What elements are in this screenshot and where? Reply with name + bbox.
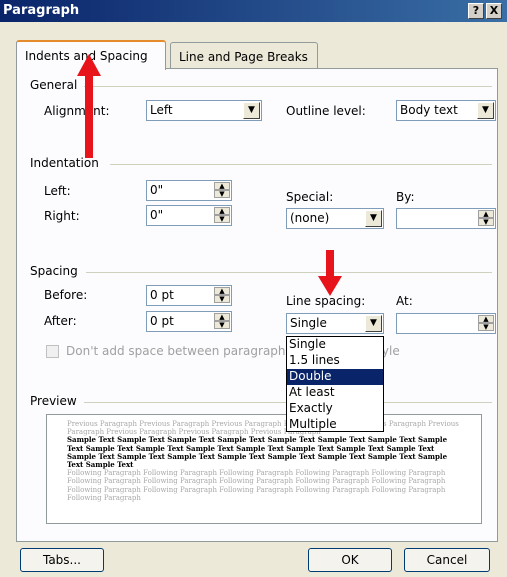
indent-right-label: Right: <box>44 209 80 223</box>
after-label: After: <box>44 314 77 328</box>
up-arrow-annotation <box>77 54 101 158</box>
indent-left-spinner[interactable]: ▲ ▼ <box>214 182 230 199</box>
outline-level-label: Outline level: <box>286 104 366 118</box>
line-spacing-option[interactable]: Multiple <box>287 417 383 433</box>
indent-right-spinner[interactable]: ▲ ▼ <box>214 207 230 224</box>
after-value: 0 pt <box>150 314 174 328</box>
ok-button[interactable]: OK <box>308 548 392 572</box>
special-label: Special: <box>286 190 334 204</box>
window-title: Paragraph <box>3 3 80 18</box>
preview-sample-text: Sample Text Sample Text Sample Text Samp… <box>67 435 448 470</box>
indent-left-label: Left: <box>44 184 71 198</box>
preview-box: Previous Paragraph Previous Paragraph Pr… <box>46 414 482 524</box>
at-spinner[interactable]: ▲ ▼ <box>478 315 494 332</box>
chevron-down-icon[interactable]: ▼ <box>243 102 260 119</box>
line-spacing-option[interactable]: At least <box>287 385 383 401</box>
special-value: (none) <box>290 211 330 225</box>
at-input[interactable]: ▲ ▼ <box>396 313 496 334</box>
line-spacing-dropdown-list[interactable]: Single 1.5 lines Double At least Exactly… <box>286 336 384 432</box>
outline-level-select[interactable]: Body text ▼ <box>396 100 496 121</box>
before-spinner[interactable]: ▲ ▼ <box>214 287 230 304</box>
tab-line-and-page-breaks[interactable]: Line and Page Breaks <box>170 42 318 70</box>
by-label: By: <box>396 190 415 204</box>
tabs-button[interactable]: Tabs... <box>20 548 104 572</box>
spacing-divider <box>86 272 492 273</box>
line-spacing-select[interactable]: Single ▼ <box>286 313 384 334</box>
indent-left-input[interactable]: 0" ▲ ▼ <box>146 180 232 201</box>
at-label: At: <box>396 294 413 308</box>
dont-add-space-checkbox[interactable] <box>46 345 59 358</box>
line-spacing-option[interactable]: 1.5 lines <box>287 353 383 369</box>
line-spacing-option[interactable]: Exactly <box>287 401 383 417</box>
title-bar: Paragraph ? X <box>0 0 507 22</box>
line-spacing-option-highlighted[interactable]: Double <box>287 369 383 385</box>
special-select[interactable]: (none) ▼ <box>286 208 384 229</box>
chevron-down-icon[interactable]: ▼ <box>365 315 382 332</box>
general-divider <box>84 86 492 87</box>
line-spacing-value: Single <box>290 316 327 330</box>
preview-previous-paragraph: Previous Paragraph Previous Paragraph Pr… <box>67 420 459 437</box>
before-input[interactable]: 0 pt ▲ ▼ <box>146 285 232 306</box>
outline-level-value: Body text <box>400 103 458 117</box>
by-spinner[interactable]: ▲ ▼ <box>478 210 494 227</box>
alignment-select[interactable]: Left ▼ <box>146 100 262 121</box>
alignment-value: Left <box>150 103 173 117</box>
close-button[interactable]: X <box>486 3 502 19</box>
indentation-divider <box>110 164 492 165</box>
indent-right-value: 0" <box>150 208 164 222</box>
line-spacing-option[interactable]: Single <box>287 337 383 353</box>
cancel-button[interactable]: Cancel <box>404 548 490 572</box>
after-spinner[interactable]: ▲ ▼ <box>214 313 230 330</box>
help-button[interactable]: ? <box>468 3 484 19</box>
down-arrow-annotation <box>318 250 342 296</box>
chevron-down-icon[interactable]: ▼ <box>477 102 494 119</box>
spacing-legend: Spacing <box>30 264 82 278</box>
indent-left-value: 0" <box>150 183 164 197</box>
after-input[interactable]: 0 pt ▲ ▼ <box>146 311 232 332</box>
before-value: 0 pt <box>150 288 174 302</box>
by-input[interactable]: ▲ ▼ <box>396 208 496 229</box>
before-label: Before: <box>44 288 88 302</box>
indent-right-input[interactable]: 0" ▲ ▼ <box>146 205 232 226</box>
chevron-down-icon[interactable]: ▼ <box>365 210 382 227</box>
preview-following-paragraph: Following Paragraph Following Paragraph … <box>67 469 446 502</box>
preview-legend: Preview <box>30 394 81 408</box>
